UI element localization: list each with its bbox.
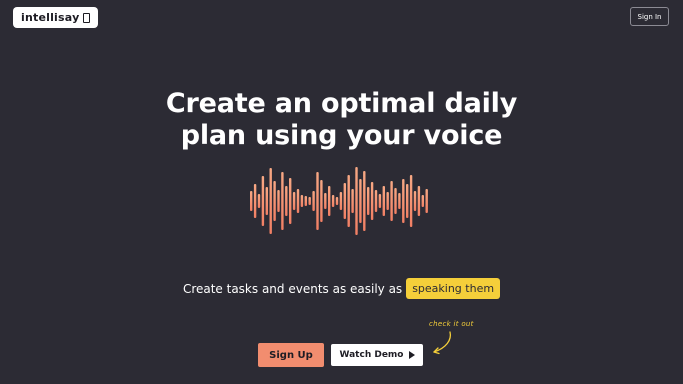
waveform-bar: [324, 193, 327, 209]
subline-highlight: speaking them: [406, 278, 501, 299]
waveform-bar: [277, 190, 280, 212]
waveform-bar: [308, 197, 311, 205]
waveform-bar: [382, 186, 385, 216]
waveform-bar: [409, 175, 413, 227]
waveform-bar: [281, 172, 284, 230]
waveform-bar: [402, 179, 405, 223]
waveform-bar: [331, 195, 335, 207]
waveform-bar: [398, 193, 401, 209]
waveform-bar: [253, 184, 257, 218]
waveform-bar: [273, 181, 276, 221]
waveform-bar: [285, 186, 288, 216]
waveform-bar: [265, 187, 268, 215]
waveform-bar: [374, 190, 378, 212]
waveform-bar: [406, 184, 409, 218]
waveform-bar: [394, 188, 397, 214]
waveform-bar: [261, 176, 265, 226]
waveform-bar: [425, 189, 428, 213]
waveform-bar: [296, 189, 300, 213]
waveform-bar: [390, 181, 393, 221]
waveform-bar: [320, 180, 323, 222]
waveform-bar: [370, 182, 374, 220]
waveform-bar: [421, 195, 424, 207]
waveform-bar: [386, 192, 389, 210]
voice-waveform-icon: [250, 167, 428, 235]
waveform-bar: [335, 197, 339, 205]
waveform-bar: [328, 186, 331, 216]
waveform-bar: [304, 196, 307, 206]
waveform-bar: [257, 194, 261, 208]
waveform-bar: [292, 192, 296, 210]
waveform-bar: [363, 171, 366, 231]
watch-demo-button[interactable]: Watch Demo: [331, 344, 423, 366]
waveform-bar: [300, 195, 304, 207]
waveform-bar: [250, 191, 253, 211]
check-it-out-note: check it out: [429, 320, 474, 328]
logo[interactable]: intellisay: [13, 7, 99, 28]
subline-text: Create tasks and events as easily as: [182, 281, 403, 296]
device-icon: [83, 12, 91, 23]
waveform-bar: [355, 167, 358, 235]
logo-text: intellisay: [21, 11, 80, 24]
waveform-bar: [347, 175, 350, 227]
watch-demo-label: Watch Demo: [339, 350, 404, 360]
headline-line-2: plan using your voice: [180, 120, 503, 151]
subheadline: Create tasks and events as easily as spe…: [0, 278, 683, 299]
sign-up-button[interactable]: Sign Up: [258, 343, 324, 367]
headline-line-1: Create an optimal daily: [165, 88, 518, 119]
waveform-bar: [312, 191, 315, 211]
waveform-bar: [367, 187, 370, 215]
waveform-bar: [316, 172, 319, 230]
waveform-bar: [413, 191, 417, 211]
waveform-bar: [378, 194, 382, 208]
waveform-bar: [351, 189, 354, 213]
waveform-bar: [339, 192, 343, 210]
waveform-bar: [269, 168, 272, 234]
page-title: Create an optimal daily plan using your …: [0, 88, 683, 152]
play-icon: [408, 351, 415, 359]
curved-arrow-icon: [433, 331, 452, 355]
waveform-bar: [343, 183, 346, 219]
waveform-bar: [359, 179, 362, 223]
waveform-bar: [289, 178, 292, 224]
sign-in-button[interactable]: Sign In: [630, 7, 669, 26]
waveform-bar: [417, 186, 421, 216]
